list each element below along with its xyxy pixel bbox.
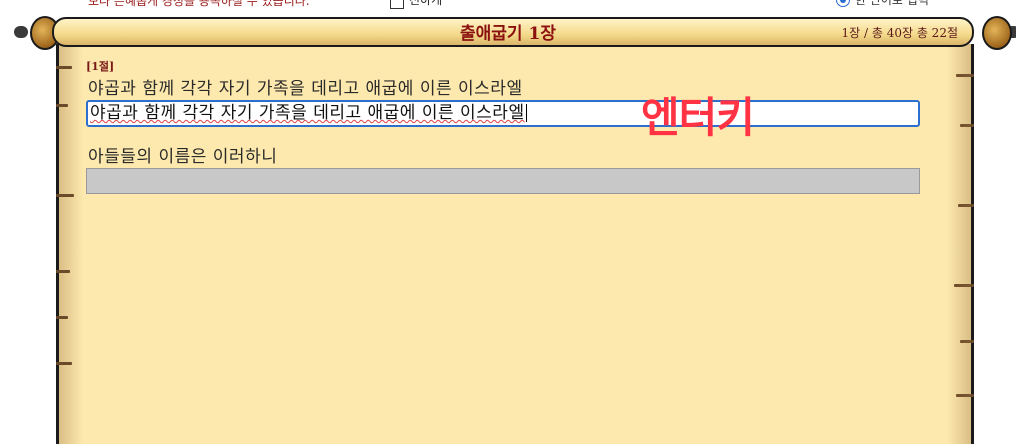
top-notice-text: 보다 은혜롭게 경청을 용독하실 수 있습니다. — [88, 0, 310, 8]
paper-edge-tear — [954, 284, 974, 287]
bold-checkbox[interactable] — [390, 0, 404, 9]
verse-line-1: 야곱과 함께 각각 자기 가족을 데리고 애굽에 이른 이스라엘 — [88, 79, 523, 99]
bold-checkbox-label: 진하게 — [409, 0, 443, 7]
word-input-radio[interactable] — [836, 0, 850, 7]
paper-edge-tear — [56, 362, 72, 365]
verse-line-2: 아들들의 이름은 이러하니 — [88, 147, 278, 167]
paper-edge-tear — [960, 340, 974, 343]
paper-edge-tear — [56, 316, 68, 319]
word-input-radio-label: 한 단어로 입력 — [855, 0, 929, 7]
paper-edge-tear — [956, 394, 974, 397]
verse-number: [1절] — [86, 60, 115, 73]
chapter-progress-info: 1장 / 총 40장 총 22절 — [841, 26, 959, 40]
paper-edge-tear — [958, 204, 974, 207]
paper-edge-tear — [956, 74, 974, 77]
paper-edge-tear — [960, 124, 974, 127]
paper-edge-tear — [56, 194, 74, 197]
typed-text: 야곱과 함께 각각 자기 가족을 데리고 애굽에 이른 이스라엘 — [90, 103, 525, 123]
text-caret — [525, 104, 527, 122]
paper-edge-tear — [56, 270, 70, 273]
enter-key-hint: 엔터키 — [641, 93, 755, 142]
typing-input-line-1[interactable]: 야곱과 함께 각각 자기 가족을 데리고 애굽에 이른 이스라엘 — [86, 100, 920, 127]
paper-edge-tear — [56, 66, 72, 69]
paper-edge-tear — [56, 104, 68, 107]
typing-input-line-2[interactable] — [86, 168, 920, 194]
